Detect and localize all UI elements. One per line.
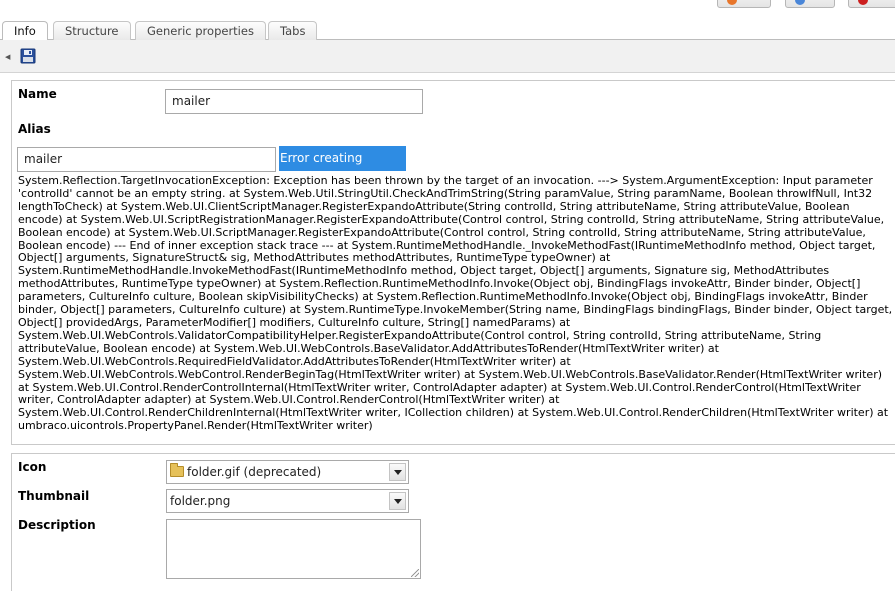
- description-label: Description: [18, 518, 96, 532]
- red-circle-icon: [858, 0, 868, 5]
- thumbnail-select[interactable]: folder.png: [166, 489, 409, 513]
- top-action-button-orange[interactable]: [717, 0, 771, 8]
- scroll-left-arrow-icon[interactable]: ◀: [5, 53, 10, 61]
- tab-bar: Info Structure Generic properties Tabs: [0, 20, 895, 41]
- toolbar: ◀: [0, 40, 895, 73]
- top-action-button-blue[interactable]: [785, 0, 835, 8]
- thumbnail-select-text: folder.png: [170, 494, 231, 508]
- floppy-disk-icon[interactable]: [20, 48, 36, 64]
- icon-select[interactable]: folder.gif (deprecated): [166, 460, 409, 484]
- chevron-down-icon[interactable]: [389, 463, 406, 481]
- name-field[interactable]: mailer: [165, 89, 423, 114]
- chevron-down-icon[interactable]: [389, 492, 406, 510]
- resize-grip-icon[interactable]: [411, 569, 419, 577]
- orange-circle-icon: [727, 0, 737, 5]
- top-action-button-red[interactable]: [848, 0, 895, 8]
- alias-field[interactable]: mailer: [17, 147, 276, 172]
- alias-label: Alias: [18, 122, 51, 136]
- top-button-strip: [0, 0, 895, 20]
- properties-panel: Name mailer Alias mailer Error creating …: [11, 80, 895, 445]
- tab-tabs[interactable]: Tabs: [268, 21, 318, 40]
- tab-structure[interactable]: Structure: [53, 21, 131, 40]
- appearance-panel: Icon folder.gif (deprecated) Thumbnail f…: [11, 453, 895, 591]
- folder-icon: [170, 463, 184, 477]
- tab-generic-properties[interactable]: Generic properties: [135, 21, 266, 40]
- error-creating-control-button[interactable]: Error creating control: [279, 146, 406, 190]
- icon-label: Icon: [18, 460, 47, 474]
- blue-circle-icon: [795, 0, 805, 5]
- icon-select-value: folder.gif (deprecated): [170, 461, 321, 483]
- name-label: Name: [18, 87, 57, 101]
- tab-info[interactable]: Info: [2, 21, 48, 41]
- error-message: System.Reflection.TargetInvocationExcept…: [18, 174, 893, 433]
- description-textarea[interactable]: [166, 519, 421, 579]
- thumbnail-label: Thumbnail: [18, 489, 90, 503]
- icon-select-text: folder.gif (deprecated): [187, 465, 322, 479]
